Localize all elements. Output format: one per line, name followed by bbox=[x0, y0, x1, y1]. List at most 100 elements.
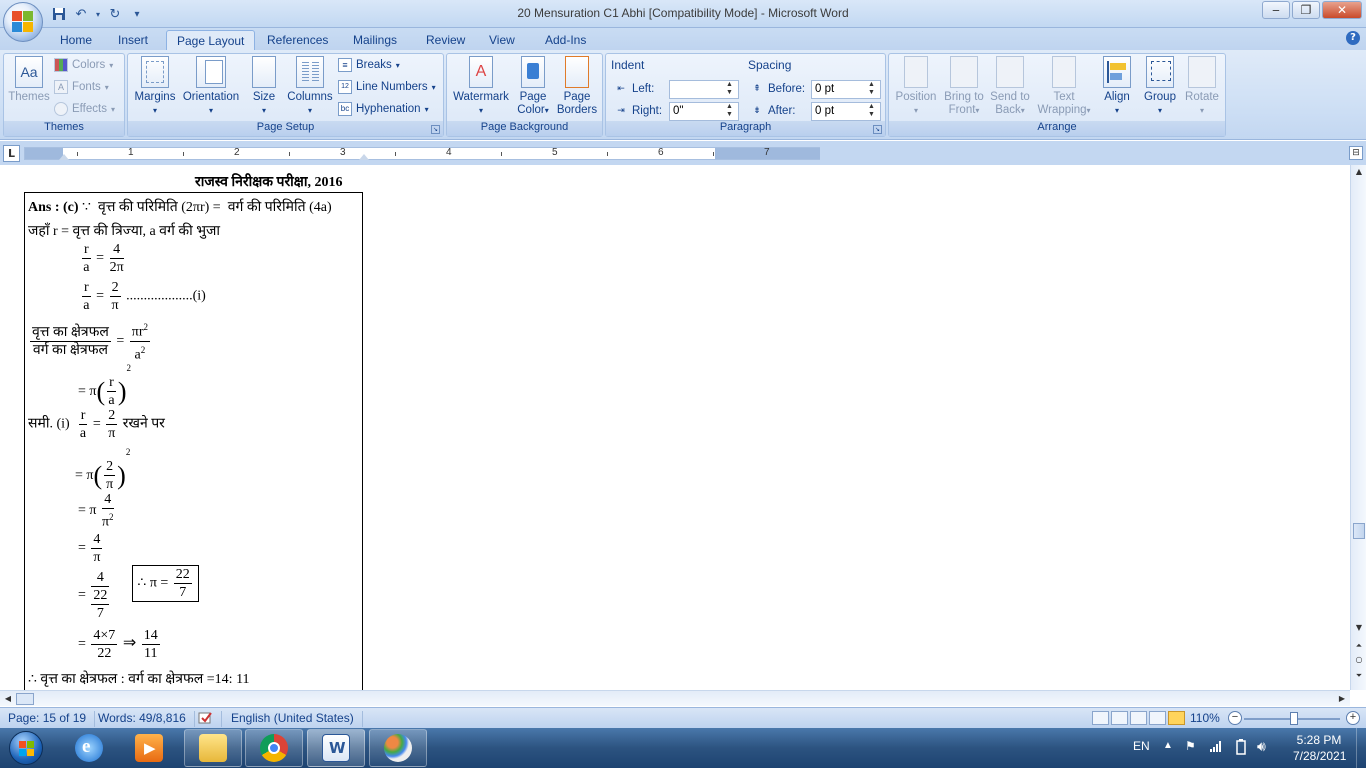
show-hidden-icons[interactable]: ▲ bbox=[1163, 740, 1173, 768]
spacing-after-input[interactable]: 0 pt ▲ ▼ bbox=[811, 102, 881, 121]
horizontal-ruler[interactable]: 1 2 3 4 5 6 7 bbox=[24, 147, 820, 160]
ruler-tick bbox=[183, 152, 184, 156]
taskbar-paint[interactable] bbox=[369, 729, 427, 767]
indent-right-spinner-icon[interactable]: ▲ ▼ bbox=[726, 103, 736, 119]
browse-object-icon[interactable]: ○ bbox=[1353, 655, 1365, 669]
size-button[interactable]: Size ▾ bbox=[246, 56, 282, 117]
page-borders-button[interactable]: Page Borders bbox=[555, 56, 599, 117]
ruler-number: 6 bbox=[658, 147, 664, 158]
battery-icon[interactable] bbox=[1236, 739, 1246, 768]
taskbar-internet-explorer[interactable]: e bbox=[60, 729, 118, 767]
position-button[interactable]: Position ▾ bbox=[893, 56, 939, 117]
page-color-button[interactable]: Page Color▾ bbox=[513, 56, 553, 117]
help-icon[interactable]: ? bbox=[1346, 31, 1360, 45]
position-icon bbox=[904, 56, 928, 88]
tab-add-ins[interactable]: Add-Ins bbox=[535, 30, 596, 50]
margins-button[interactable]: Margins ▾ bbox=[132, 56, 178, 117]
left-indent-marker[interactable] bbox=[59, 154, 69, 160]
zoom-slider-knob[interactable] bbox=[1290, 712, 1298, 725]
language-indicator[interactable]: English (United States) bbox=[231, 711, 363, 727]
paragraph-group-label: Paragraph bbox=[606, 121, 885, 136]
office-button[interactable] bbox=[3, 2, 43, 42]
spacing-before-spinner-icon[interactable]: ▲ ▼ bbox=[868, 81, 878, 97]
scroll-right-icon[interactable]: ▶ bbox=[1336, 692, 1348, 706]
draft-view-icon[interactable] bbox=[1168, 711, 1185, 725]
area-ratio-equation: वृत्त का क्षेत्रफल वर्ग का क्षेत्रफल = πr… bbox=[28, 319, 152, 363]
tab-selector-button[interactable]: L bbox=[3, 145, 20, 162]
view-ruler-icon[interactable]: ⊟ bbox=[1349, 146, 1363, 160]
tab-references[interactable]: References bbox=[257, 30, 338, 50]
show-desktop-button[interactable] bbox=[1356, 728, 1366, 768]
indent-left-input[interactable]: ▲ ▼ bbox=[669, 80, 739, 99]
tab-page-layout[interactable]: Page Layout bbox=[166, 30, 256, 50]
theme-fonts-button[interactable]: A Fonts ▾ bbox=[54, 78, 109, 96]
group-button[interactable]: Group ▾ bbox=[1139, 56, 1181, 117]
full-screen-reading-icon[interactable] bbox=[1111, 711, 1128, 725]
scroll-left-icon[interactable]: ◀ bbox=[2, 692, 14, 706]
rotate-button[interactable]: Rotate ▾ bbox=[1181, 56, 1223, 117]
previous-page-icon[interactable]: ⏶ bbox=[1353, 641, 1365, 655]
next-page-icon[interactable]: ⏷ bbox=[1353, 671, 1365, 685]
zoom-out-icon[interactable]: − bbox=[1228, 711, 1242, 725]
line-numbers-button[interactable]: 12 Line Numbers ▾ bbox=[338, 78, 436, 96]
close-button[interactable]: ✕ bbox=[1322, 1, 1362, 19]
columns-button[interactable]: Columns ▾ bbox=[286, 56, 334, 117]
zoom-in-icon[interactable]: + bbox=[1346, 711, 1360, 725]
bring-to-front-button[interactable]: Bring to Front▾ bbox=[941, 56, 987, 117]
ruler-number: 5 bbox=[552, 147, 558, 158]
ruler-number: 3 bbox=[340, 147, 346, 158]
tab-mailings[interactable]: Mailings bbox=[343, 30, 407, 50]
web-layout-icon[interactable] bbox=[1130, 711, 1147, 725]
indent-left-spinner-icon[interactable]: ▲ ▼ bbox=[726, 81, 736, 97]
breaks-button[interactable]: ≡ Breaks ▾ bbox=[338, 56, 400, 74]
watermark-button[interactable]: A Watermark ▾ bbox=[451, 56, 511, 117]
network-signal-icon[interactable] bbox=[1209, 739, 1223, 768]
vertical-scroll-thumb[interactable] bbox=[1353, 523, 1365, 539]
minimize-button[interactable]: ‒ bbox=[1262, 1, 1290, 19]
send-to-back-button[interactable]: Send to Back▾ bbox=[989, 56, 1031, 117]
horizontal-scrollbar[interactable]: ◀ ▶ bbox=[0, 690, 1350, 706]
page-setup-launcher-icon[interactable]: ↘ bbox=[431, 125, 440, 134]
scroll-up-icon[interactable]: ▲ bbox=[1353, 167, 1365, 181]
vertical-scrollbar[interactable]: ▲ ▼ ⏶ ○ ⏷ bbox=[1350, 165, 1366, 690]
start-button[interactable] bbox=[4, 728, 48, 768]
scroll-down-icon[interactable]: ▼ bbox=[1353, 623, 1365, 637]
tab-home[interactable]: Home bbox=[50, 30, 102, 50]
language-bar[interactable]: EN bbox=[1133, 739, 1150, 768]
paragraph-launcher-icon[interactable]: ↘ bbox=[873, 125, 882, 134]
tab-review[interactable]: Review bbox=[416, 30, 475, 50]
spacing-before-input[interactable]: 0 pt ▲ ▼ bbox=[811, 80, 881, 99]
zoom-level[interactable]: 110% bbox=[1190, 711, 1220, 725]
word-count[interactable]: Words: 49/8,816 bbox=[98, 711, 195, 727]
print-layout-view-icon[interactable] bbox=[1092, 711, 1109, 725]
taskbar-media-player[interactable]: ▶ bbox=[120, 729, 178, 767]
theme-colors-button[interactable]: Colors ▾ bbox=[54, 56, 113, 74]
restore-button[interactable]: ❐ bbox=[1292, 1, 1320, 19]
volume-icon[interactable]: 🔊︎ bbox=[1257, 738, 1266, 768]
document-page[interactable]: राजस्व निरीक्षक परीक्षा, 2016 Ans : (c) … bbox=[0, 165, 1350, 690]
right-indent-marker[interactable] bbox=[359, 154, 369, 160]
spacing-after-spinner-icon[interactable]: ▲ ▼ bbox=[868, 103, 878, 119]
align-button[interactable]: Align ▾ bbox=[1097, 56, 1137, 117]
proofing-icon[interactable] bbox=[198, 711, 222, 727]
hyphenation-button[interactable]: bc Hyphenation ▾ bbox=[338, 100, 429, 118]
action-center-flag-icon[interactable]: ⚑ bbox=[1185, 739, 1196, 768]
taskbar-file-explorer[interactable] bbox=[184, 729, 242, 767]
tab-view[interactable]: View bbox=[479, 30, 525, 50]
page-color-icon bbox=[521, 56, 545, 88]
theme-effects-button[interactable]: Effects ▾ bbox=[54, 100, 115, 118]
clock-time: 5:28 PM bbox=[1296, 733, 1342, 747]
taskbar-word[interactable]: W bbox=[307, 729, 365, 767]
themes-button[interactable]: Aa Themes bbox=[8, 56, 50, 104]
office-logo-icon bbox=[11, 10, 35, 34]
tab-insert[interactable]: Insert bbox=[108, 30, 158, 50]
outline-view-icon[interactable] bbox=[1149, 711, 1166, 725]
equation-4-over-pi: = 4π bbox=[78, 532, 103, 565]
indent-right-input[interactable]: 0" ▲ ▼ bbox=[669, 102, 739, 121]
orientation-button[interactable]: Orientation ▾ bbox=[180, 56, 242, 117]
text-wrapping-button[interactable]: Text Wrapping▾ bbox=[1034, 56, 1094, 117]
page-count[interactable]: Page: 15 of 19 bbox=[8, 711, 96, 727]
horizontal-scroll-thumb[interactable] bbox=[16, 693, 34, 705]
taskbar-chrome[interactable] bbox=[245, 729, 303, 767]
system-clock[interactable]: 5:28 PM 7/28/2021 bbox=[1293, 733, 1346, 768]
